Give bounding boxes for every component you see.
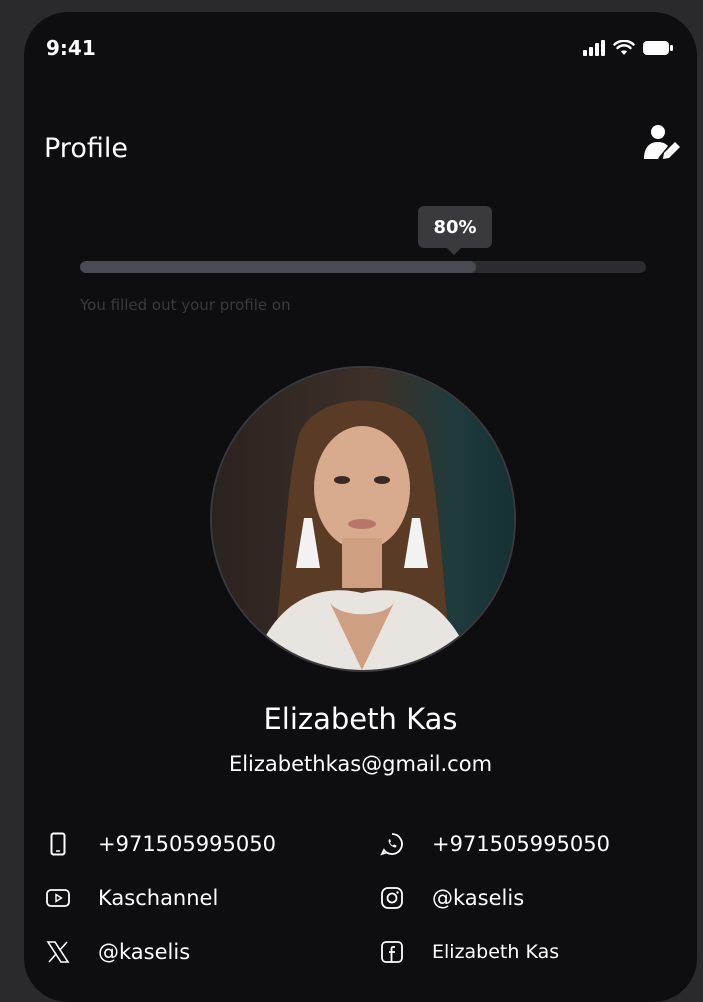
edit-profile-button[interactable] xyxy=(641,121,683,163)
progress-percent-tooltip: 80% xyxy=(418,206,492,255)
page-title: Profile xyxy=(44,133,128,164)
edit-profile-icon xyxy=(644,125,680,159)
phone-screen: 9:41 Profile 80% You filled out your pro… xyxy=(24,12,697,1002)
phone-number: +971505995050 xyxy=(98,832,276,856)
x-icon xyxy=(46,940,70,964)
contact-phone[interactable]: +971505995050 xyxy=(46,832,276,856)
avatar[interactable] xyxy=(210,366,516,672)
wifi-icon xyxy=(613,40,635,55)
instagram-handle: @kaselis xyxy=(432,886,525,910)
profile-progress-bar xyxy=(80,261,646,273)
status-time: 9:41 xyxy=(46,36,96,60)
instagram-icon xyxy=(380,886,404,910)
battery-icon xyxy=(643,41,673,55)
progress-caption: You filled out your profile on xyxy=(80,296,291,314)
whatsapp-icon xyxy=(380,832,404,856)
status-icons xyxy=(583,40,673,56)
profile-name: Elizabeth Kas xyxy=(263,702,458,736)
contact-facebook[interactable]: Elizabeth Kas xyxy=(380,940,559,964)
contact-youtube[interactable]: Kaschannel xyxy=(46,886,218,910)
phone-icon xyxy=(46,832,70,856)
progress-fill xyxy=(80,261,477,273)
contact-whatsapp[interactable]: +971505995050 xyxy=(380,832,610,856)
facebook-name: Elizabeth Kas xyxy=(432,941,560,963)
whatsapp-number: +971505995050 xyxy=(432,832,610,856)
signal-icon xyxy=(583,40,605,56)
facebook-icon xyxy=(380,940,404,964)
youtube-icon xyxy=(46,886,70,910)
contact-instagram[interactable]: @kaselis xyxy=(380,886,524,910)
profile-email: Elizabethkas@gmail.com xyxy=(228,752,493,776)
youtube-channel: Kaschannel xyxy=(98,886,219,910)
avatar-photo xyxy=(212,368,514,670)
x-handle: @kaselis xyxy=(98,940,191,964)
contact-x[interactable]: @kaselis xyxy=(46,940,190,964)
